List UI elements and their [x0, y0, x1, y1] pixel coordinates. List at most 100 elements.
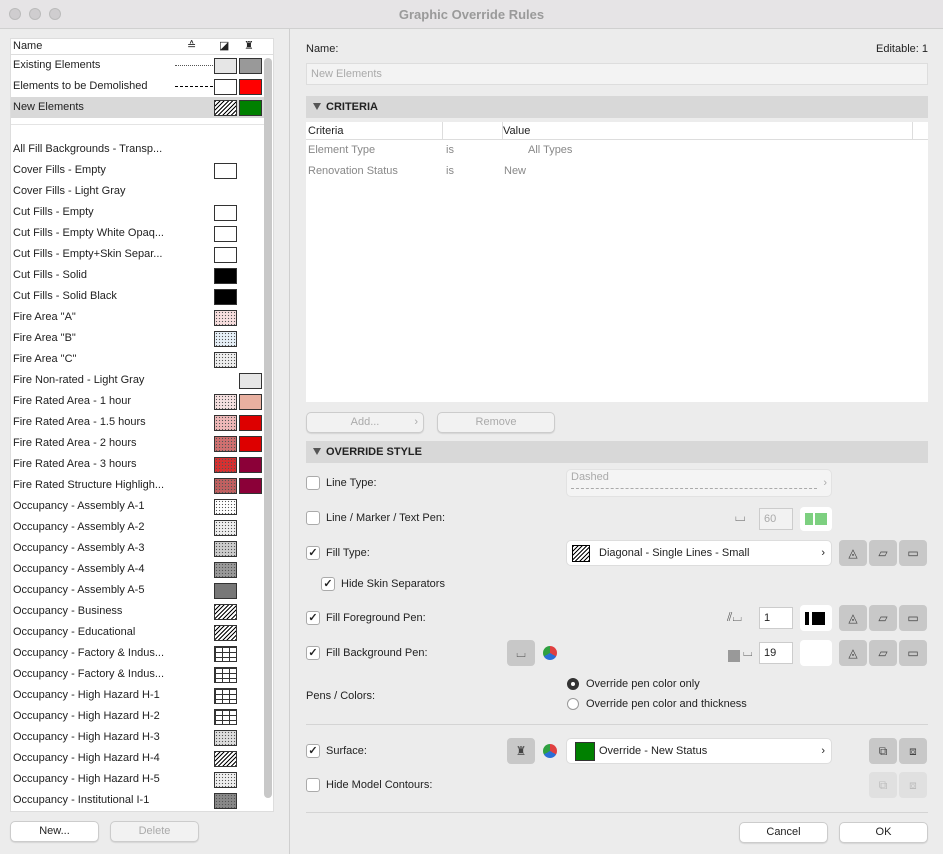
list-item[interactable]: Occupancy - High Hazard H-5: [11, 769, 265, 790]
new-button[interactable]: New...: [10, 821, 99, 842]
list-item[interactable]: Fire Rated Area - 1.5 hours: [11, 412, 265, 433]
list-item[interactable]: Cut Fills - Empty+Skin Separ...: [11, 244, 265, 265]
fill-swatch: [214, 625, 237, 641]
contours-uncut-button[interactable]: ⧈: [899, 772, 927, 798]
surface-apply-cut-button[interactable]: ⧉: [869, 738, 897, 764]
list-item[interactable]: Occupancy - High Hazard H-3: [11, 727, 265, 748]
ok-button[interactable]: OK: [839, 822, 928, 843]
fill-type-checkbox[interactable]: ✓: [306, 546, 320, 560]
list-item[interactable]: Cut Fills - Empty: [11, 202, 265, 223]
list-item[interactable]: Fire Area "B": [11, 328, 265, 349]
list-item-label: Fire Rated Area - 1.5 hours: [13, 416, 146, 428]
name-label: Name:: [306, 43, 339, 55]
line-pen-color-swatch[interactable]: [800, 507, 832, 531]
list-item-label: Occupancy - High Hazard H-1: [13, 689, 160, 701]
criteria-header[interactable]: CRITERIA: [306, 96, 928, 118]
list-item[interactable]: Fire Area "A": [11, 307, 265, 328]
color-wheel-icon[interactable]: [543, 744, 557, 758]
list-item[interactable]: Fire Rated Area - 2 hours: [11, 433, 265, 454]
list-item[interactable]: Fire Rated Structure Highligh...: [11, 475, 265, 496]
color-wheel-icon[interactable]: [543, 646, 557, 660]
list-item[interactable]: All Fill Backgrounds - Transp...: [11, 139, 265, 160]
remove-criteria-button[interactable]: Remove: [437, 412, 555, 433]
fill-background-apply-uncut-button[interactable]: ▱: [869, 640, 897, 666]
delete-button[interactable]: Delete: [110, 821, 199, 842]
override-pen-color-thickness-radio[interactable]: [567, 698, 579, 710]
line-type-checkbox[interactable]: [306, 476, 320, 490]
list-item[interactable]: Elements to be Demolished: [11, 76, 265, 97]
list-item[interactable]: Occupancy - High Hazard H-1: [11, 685, 265, 706]
fill-background-color-swatch[interactable]: [800, 640, 832, 666]
override-style-header[interactable]: OVERRIDE STYLE: [306, 441, 928, 463]
surface-brush-button[interactable]: ♜: [507, 738, 535, 764]
list-item[interactable]: Fire Rated Area - 1 hour: [11, 391, 265, 412]
list-item[interactable]: Cover Fills - Light Gray: [11, 181, 265, 202]
column-name[interactable]: Name: [13, 40, 42, 52]
override-pen-color-only-radio[interactable]: [567, 678, 579, 690]
list-item-label: Occupancy - Assembly A-5: [13, 584, 145, 596]
fill-swatch: [214, 478, 237, 494]
list-item[interactable]: Occupancy - Assembly A-1: [11, 496, 265, 517]
list-item[interactable]: Fire Non-rated - Light Gray: [11, 370, 265, 391]
fill-foreground-color-swatch[interactable]: [800, 605, 832, 631]
list-item[interactable]: Cut Fills - Solid: [11, 265, 265, 286]
list-item[interactable]: Fire Area "C": [11, 349, 265, 370]
criteria-row[interactable]: Renovation Status is New: [308, 165, 908, 177]
pen-picker-button[interactable]: ⌴: [507, 640, 535, 666]
criteria-row[interactable]: Element Type is All Types: [308, 144, 908, 156]
list-item[interactable]: Occupancy - Assembly A-3: [11, 538, 265, 559]
surface-apply-uncut-button[interactable]: ⧈: [899, 738, 927, 764]
fill-swatch: [214, 772, 237, 788]
list-item[interactable]: Cut Fills - Solid Black: [11, 286, 265, 307]
list-item[interactable]: Occupancy - Educational: [11, 622, 265, 643]
list-item[interactable]: Occupancy - Institutional I-1: [11, 790, 265, 811]
fill-swatch: [214, 331, 237, 347]
list-item[interactable]: Cover Fills - Empty: [11, 160, 265, 181]
list-item[interactable]: Occupancy - Business: [11, 601, 265, 622]
fill-type-apply-uncut-button[interactable]: ▱: [869, 540, 897, 566]
line-pen-checkbox[interactable]: [306, 511, 320, 525]
fill-background-checkbox[interactable]: ✓: [306, 646, 320, 660]
fill-background-apply-cut-button[interactable]: ◬: [839, 640, 867, 666]
fill-foreground-apply-cut-button[interactable]: ◬: [839, 605, 867, 631]
fill-pattern-icon: [572, 545, 590, 562]
list-item[interactable]: Occupancy - Assembly A-4: [11, 559, 265, 580]
fill-type-apply-cover-button[interactable]: ▭: [899, 540, 927, 566]
line-pen-number[interactable]: 60: [759, 508, 793, 530]
cancel-button[interactable]: Cancel: [739, 822, 828, 843]
fill-swatch: [214, 499, 237, 515]
list-item[interactable]: Existing Elements: [11, 55, 265, 76]
rules-list[interactable]: Name ≙ ◪ ♜ Existing Elements Elements to …: [10, 38, 274, 812]
fill-type-apply-cut-button[interactable]: ◬: [839, 540, 867, 566]
hide-model-contours-checkbox[interactable]: [306, 778, 320, 792]
list-item[interactable]: Fire Rated Area - 3 hours: [11, 454, 265, 475]
fill-foreground-pen-number[interactable]: 1: [759, 607, 793, 629]
fill-foreground-apply-cover-button[interactable]: ▭: [899, 605, 927, 631]
surface-select[interactable]: Override - New Status ›: [566, 738, 832, 764]
list-item[interactable]: Occupancy - High Hazard H-4: [11, 748, 265, 769]
fill-background-apply-cover-button[interactable]: ▭: [899, 640, 927, 666]
fill-background-pen-number[interactable]: 19: [759, 642, 793, 664]
fill-foreground-apply-uncut-button[interactable]: ▱: [869, 605, 897, 631]
line-type-select[interactable]: Dashed ›: [566, 469, 832, 497]
list-item[interactable]: New Elements: [11, 97, 265, 118]
split-divider[interactable]: [289, 29, 290, 854]
list-item[interactable]: Occupancy - Assembly A-2: [11, 517, 265, 538]
list-item[interactable]: Occupancy - Factory & Indus...: [11, 643, 265, 664]
list-item-label: Fire Area "C": [13, 353, 77, 365]
surface-checkbox[interactable]: ✓: [306, 744, 320, 758]
contours-cut-button[interactable]: ⧉: [869, 772, 897, 798]
add-criteria-button[interactable]: Add... ›: [306, 412, 424, 433]
fill-foreground-checkbox[interactable]: ✓: [306, 611, 320, 625]
criteria-table[interactable]: Criteria Value Element Type is All Types…: [306, 122, 928, 402]
name-input[interactable]: New Elements: [306, 63, 928, 85]
pens-colors-label: Pens / Colors:: [306, 690, 376, 702]
fill-type-select[interactable]: Diagonal - Single Lines - Small ›: [566, 540, 832, 566]
list-item[interactable]: Occupancy - Factory & Indus...: [11, 664, 265, 685]
list-item[interactable]: Occupancy - High Hazard H-2: [11, 706, 265, 727]
list-item-label: Cut Fills - Solid: [13, 269, 87, 281]
list-item[interactable]: Occupancy - Assembly A-5: [11, 580, 265, 601]
hide-skin-separators-checkbox[interactable]: ✓: [321, 577, 335, 591]
list-scrollbar[interactable]: [264, 58, 272, 798]
list-item[interactable]: Cut Fills - Empty White Opaq...: [11, 223, 265, 244]
